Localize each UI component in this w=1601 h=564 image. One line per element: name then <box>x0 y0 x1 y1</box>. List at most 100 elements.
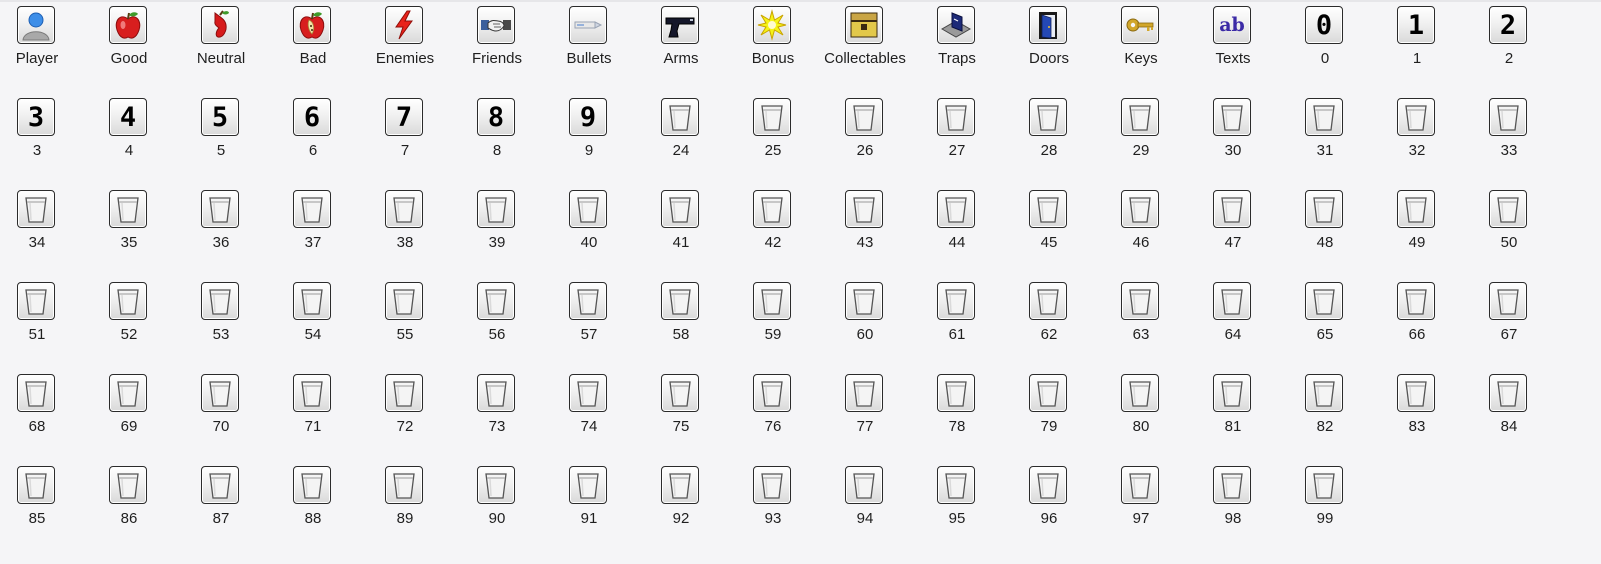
icon-button[interactable] <box>477 282 515 320</box>
icon-tile-8[interactable]: 88 <box>451 92 543 182</box>
icon-button[interactable] <box>937 374 975 412</box>
icon-tile-52[interactable]: 52 <box>83 276 175 366</box>
icon-button[interactable] <box>1213 98 1251 136</box>
icon-tile-79[interactable]: 79 <box>1003 368 1095 458</box>
icon-button[interactable] <box>1305 190 1343 228</box>
icon-tile-6[interactable]: 66 <box>267 92 359 182</box>
icon-tile-91[interactable]: 91 <box>543 460 635 550</box>
icon-tile-traps[interactable]: Traps <box>911 0 1003 90</box>
icon-button[interactable] <box>569 374 607 412</box>
icon-button[interactable] <box>661 282 699 320</box>
icon-tile-32[interactable]: 32 <box>1371 92 1463 182</box>
icon-button[interactable] <box>661 190 699 228</box>
icon-button[interactable] <box>1029 374 1067 412</box>
icon-tile-57[interactable]: 57 <box>543 276 635 366</box>
icon-button[interactable] <box>1213 466 1251 504</box>
icon-tile-44[interactable]: 44 <box>911 184 1003 274</box>
icon-tile-29[interactable]: 29 <box>1095 92 1187 182</box>
icon-button[interactable] <box>385 466 423 504</box>
icon-button[interactable] <box>1121 466 1159 504</box>
icon-tile-96[interactable]: 96 <box>1003 460 1095 550</box>
icon-button[interactable] <box>937 190 975 228</box>
icon-tile-4[interactable]: 44 <box>83 92 175 182</box>
icon-tile-54[interactable]: 54 <box>267 276 359 366</box>
icon-button[interactable]: 5 <box>201 98 239 136</box>
icon-tile-texts[interactable]: ab Texts <box>1187 0 1279 90</box>
icon-button[interactable] <box>1213 190 1251 228</box>
icon-tile-42[interactable]: 42 <box>727 184 819 274</box>
icon-tile-90[interactable]: 90 <box>451 460 543 550</box>
icon-tile-56[interactable]: 56 <box>451 276 543 366</box>
icon-tile-73[interactable]: 73 <box>451 368 543 458</box>
icon-button[interactable] <box>1397 374 1435 412</box>
icon-tile-keys[interactable]: Keys <box>1095 0 1187 90</box>
icon-tile-53[interactable]: 53 <box>175 276 267 366</box>
icon-tile-1[interactable]: 11 <box>1371 0 1463 90</box>
icon-tile-72[interactable]: 72 <box>359 368 451 458</box>
icon-button[interactable] <box>937 98 975 136</box>
icon-tile-3[interactable]: 33 <box>0 92 83 182</box>
icon-button[interactable] <box>1489 98 1527 136</box>
icon-button[interactable] <box>293 190 331 228</box>
icon-button[interactable] <box>201 374 239 412</box>
icon-tile-25[interactable]: 25 <box>727 92 819 182</box>
icon-button[interactable]: 6 <box>293 98 331 136</box>
icon-tile-58[interactable]: 58 <box>635 276 727 366</box>
icon-button[interactable] <box>753 98 791 136</box>
icon-button[interactable] <box>845 98 883 136</box>
icon-tile-77[interactable]: 77 <box>819 368 911 458</box>
icon-tile-88[interactable]: 88 <box>267 460 359 550</box>
icon-button[interactable] <box>1121 190 1159 228</box>
icon-button[interactable] <box>845 190 883 228</box>
icon-tile-63[interactable]: 63 <box>1095 276 1187 366</box>
icon-button[interactable] <box>293 374 331 412</box>
icon-button[interactable] <box>17 282 55 320</box>
icon-button[interactable] <box>753 6 791 44</box>
icon-button[interactable] <box>753 374 791 412</box>
icon-button[interactable] <box>477 6 515 44</box>
icon-tile-bonus[interactable]: Bonus <box>727 0 819 90</box>
icon-button[interactable]: 0 <box>1305 6 1343 44</box>
icon-button[interactable] <box>937 282 975 320</box>
icon-tile-arms[interactable]: Arms <box>635 0 727 90</box>
icon-button[interactable] <box>661 6 699 44</box>
icon-button[interactable] <box>1397 282 1435 320</box>
icon-button[interactable]: 2 <box>1489 6 1527 44</box>
icon-button[interactable] <box>1489 374 1527 412</box>
icon-button[interactable] <box>293 282 331 320</box>
icon-button[interactable] <box>661 374 699 412</box>
icon-button[interactable] <box>1029 190 1067 228</box>
icon-tile-75[interactable]: 75 <box>635 368 727 458</box>
icon-tile-47[interactable]: 47 <box>1187 184 1279 274</box>
icon-button[interactable] <box>385 190 423 228</box>
icon-tile-38[interactable]: 38 <box>359 184 451 274</box>
icon-button[interactable] <box>569 282 607 320</box>
icon-button[interactable] <box>1305 98 1343 136</box>
icon-button[interactable] <box>385 6 423 44</box>
icon-button[interactable] <box>17 466 55 504</box>
icon-tile-62[interactable]: 62 <box>1003 276 1095 366</box>
icon-tile-27[interactable]: 27 <box>911 92 1003 182</box>
icon-tile-82[interactable]: 82 <box>1279 368 1371 458</box>
icon-tile-55[interactable]: 55 <box>359 276 451 366</box>
icon-tile-friends[interactable]: Friends <box>451 0 543 90</box>
icon-tile-player[interactable]: Player <box>0 0 83 90</box>
icon-button[interactable]: 4 <box>109 98 147 136</box>
icon-tile-69[interactable]: 69 <box>83 368 175 458</box>
icon-button[interactable] <box>109 466 147 504</box>
icon-tile-70[interactable]: 70 <box>175 368 267 458</box>
icon-tile-enemies[interactable]: Enemies <box>359 0 451 90</box>
icon-tile-71[interactable]: 71 <box>267 368 359 458</box>
icon-tile-92[interactable]: 92 <box>635 460 727 550</box>
icon-tile-93[interactable]: 93 <box>727 460 819 550</box>
icon-button[interactable] <box>753 466 791 504</box>
icon-button[interactable] <box>1213 374 1251 412</box>
icon-tile-48[interactable]: 48 <box>1279 184 1371 274</box>
icon-button[interactable] <box>109 282 147 320</box>
icon-button[interactable] <box>1029 466 1067 504</box>
icon-tile-59[interactable]: 59 <box>727 276 819 366</box>
icon-tile-45[interactable]: 45 <box>1003 184 1095 274</box>
icon-tile-24[interactable]: 24 <box>635 92 727 182</box>
icon-tile-7[interactable]: 77 <box>359 92 451 182</box>
icon-button[interactable]: 9 <box>569 98 607 136</box>
